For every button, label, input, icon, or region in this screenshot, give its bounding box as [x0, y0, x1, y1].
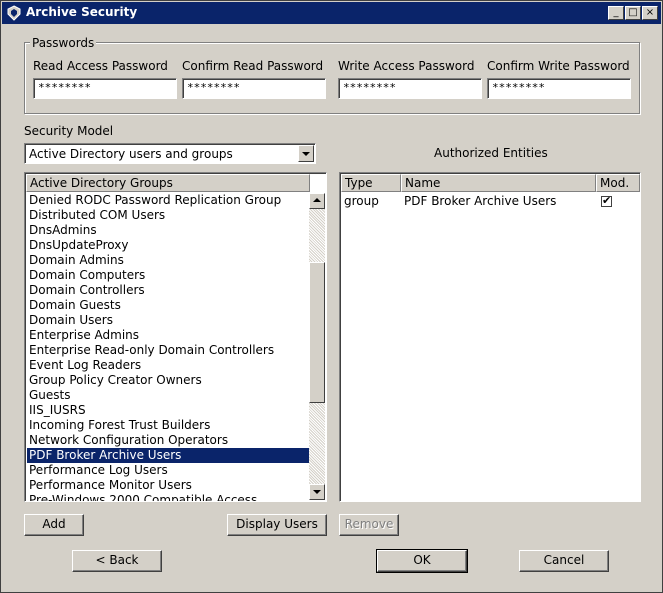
list-item[interactable]: Network Configuration Operators	[27, 433, 309, 448]
groups-list-items: Denied RODC Password Replication Group Di…	[27, 193, 309, 501]
security-model-dropdown-button[interactable]	[298, 145, 314, 162]
chevron-down-icon	[302, 152, 310, 156]
list-item[interactable]: PDF Broker Archive Users	[27, 448, 309, 463]
scroll-up-button[interactable]	[309, 193, 325, 209]
list-item[interactable]: DnsAdmins	[27, 223, 309, 238]
column-header-name[interactable]: Name	[401, 174, 596, 192]
groups-column-header[interactable]: Active Directory Groups	[26, 174, 310, 192]
app-shield-icon	[7, 5, 21, 21]
security-model-label: Security Model	[24, 124, 114, 138]
ok-button[interactable]: OK	[376, 549, 468, 573]
list-item[interactable]: Event Log Readers	[27, 358, 309, 373]
mod-checkbox[interactable]: ✔	[601, 194, 612, 207]
window-title: Archive Security	[26, 5, 138, 19]
row-name: PDF Broker Archive Users	[404, 194, 557, 208]
close-button[interactable]: ×	[642, 6, 658, 20]
list-item[interactable]: Performance Log Users	[27, 463, 309, 478]
checkmark-icon: ✔	[602, 194, 612, 207]
list-item[interactable]: Group Policy Creator Owners	[27, 373, 309, 388]
display-users-button[interactable]: Display Users	[227, 514, 327, 536]
list-item[interactable]: IIS_IUSRS	[27, 403, 309, 418]
authorized-entities-title: Authorized Entities	[434, 146, 548, 160]
list-item[interactable]: Incoming Forest Trust Builders	[27, 418, 309, 433]
archive-security-dialog: Archive Security _ □ × Passwords Read Ac…	[0, 0, 663, 593]
confirm-read-password-field[interactable]: ********	[182, 78, 326, 99]
remove-button[interactable]: Remove	[339, 514, 399, 536]
security-model-value: Active Directory users and groups	[29, 147, 233, 161]
minimize-button[interactable]: _	[608, 6, 624, 20]
list-item[interactable]: Performance Monitor Users	[27, 478, 309, 493]
write-password-field[interactable]: ********	[338, 78, 482, 99]
scroll-thumb[interactable]	[309, 262, 325, 403]
list-item[interactable]: Pre-Windows 2000 Compatible Access	[27, 493, 309, 501]
passwords-group-title: Passwords	[30, 36, 97, 50]
authorized-entities-table[interactable]: Type Name Mod. group PDF Broker Archive …	[339, 172, 641, 502]
list-item[interactable]: Guests	[27, 388, 309, 403]
list-item[interactable]: Enterprise Admins	[27, 328, 309, 343]
scroll-down-button[interactable]	[309, 484, 325, 500]
confirm-write-password-field[interactable]: ********	[487, 78, 631, 99]
column-header-mod[interactable]: Mod.	[596, 174, 640, 192]
cancel-button[interactable]: Cancel	[519, 550, 609, 572]
row-type: group	[344, 194, 379, 208]
title-bar[interactable]: Archive Security _ □ ×	[2, 2, 661, 24]
arrow-down-icon	[313, 490, 321, 494]
list-item[interactable]: Denied RODC Password Replication Group	[27, 193, 309, 208]
list-item[interactable]: Enterprise Read-only Domain Controllers	[27, 343, 309, 358]
list-item[interactable]: Distributed COM Users	[27, 208, 309, 223]
confirm-read-password-label: Confirm Read Password	[182, 59, 324, 73]
security-model-select[interactable]: Active Directory users and groups	[24, 143, 316, 164]
read-password-label: Read Access Password	[33, 59, 168, 73]
write-password-label: Write Access Password	[338, 59, 475, 73]
list-item[interactable]: Domain Controllers	[27, 283, 309, 298]
list-item[interactable]: Domain Users	[27, 313, 309, 328]
list-item[interactable]: Domain Computers	[27, 268, 309, 283]
list-item[interactable]: Domain Guests	[27, 298, 309, 313]
add-button[interactable]: Add	[24, 514, 84, 536]
arrow-up-icon	[313, 198, 321, 202]
back-button[interactable]: < Back	[72, 550, 162, 572]
maximize-button[interactable]: □	[625, 6, 641, 20]
list-item[interactable]: DnsUpdateProxy	[27, 238, 309, 253]
confirm-write-password-label: Confirm Write Password	[487, 59, 630, 73]
groups-scrollbar[interactable]	[309, 193, 325, 500]
groups-listbox[interactable]: Active Directory Groups Denied RODC Pass…	[24, 172, 327, 502]
column-header-type[interactable]: Type	[341, 174, 401, 192]
list-item[interactable]: Domain Admins	[27, 253, 309, 268]
read-password-field[interactable]: ********	[33, 78, 177, 99]
